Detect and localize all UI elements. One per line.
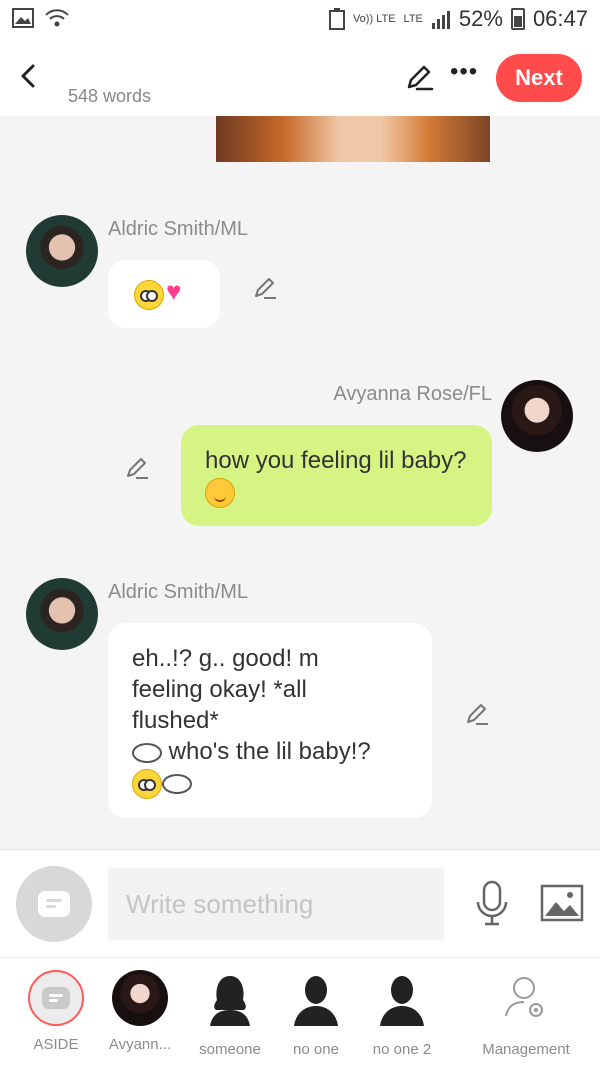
female-silhouette-icon	[210, 976, 250, 1026]
battery-percent: 52%	[458, 6, 503, 31]
sender-name: Aldric Smith/ML	[108, 218, 249, 240]
message-bubble[interactable]: eh..!? g.. good! m feeling okay! *all fl…	[108, 623, 432, 818]
male-silhouette-icon	[294, 976, 338, 1026]
chat-area[interactable]: Aldric Smith/ML ♥ Avyanna Rose/FL how yo…	[0, 116, 600, 849]
tab-label: no one 2	[372, 1041, 432, 1058]
thought-bubble-icon	[162, 773, 192, 794]
tab-label: someone	[199, 1041, 261, 1058]
message-line: eh..!? g.. good! m	[132, 645, 319, 672]
management-icon	[505, 977, 543, 1017]
lte-indicator: LTE	[403, 12, 423, 25]
tab-avyanna[interactable]: Avyann...	[104, 970, 176, 1053]
message-bubble[interactable]: ♥	[108, 260, 220, 328]
avatar	[112, 970, 168, 1026]
aside-tab-icon	[28, 970, 84, 1026]
data-saver-icon	[328, 8, 345, 30]
edit-message-icon[interactable]	[252, 274, 278, 300]
gallery-icon	[12, 8, 34, 28]
status-bar: Vo)) LTE LTE 52% 06:47	[0, 0, 600, 44]
message-line: who's the lil baby!?	[168, 738, 371, 765]
shared-image[interactable]	[216, 116, 490, 162]
message-line: flushed*	[132, 707, 219, 734]
word-count: 548 words	[68, 86, 152, 106]
smile-emoji-icon	[205, 477, 235, 508]
message-line: feeling okay! *all	[132, 676, 307, 703]
more-icon[interactable]: •••	[450, 58, 478, 86]
character-tabs: ASIDE Avyann... someone no one no one 2 …	[0, 957, 600, 1067]
image-icon[interactable]	[540, 884, 584, 922]
header: 548 words ••• Next	[0, 44, 600, 116]
flushed-emoji-icon	[134, 280, 164, 310]
avatar-aldric[interactable]	[26, 215, 98, 287]
tab-label: no one	[293, 1041, 339, 1058]
clock: 06:47	[532, 6, 588, 31]
signal-icon	[431, 11, 450, 29]
edit-message-icon[interactable]	[464, 700, 490, 726]
next-button[interactable]: Next	[496, 54, 582, 102]
aside-icon	[38, 891, 70, 917]
message-bubble[interactable]: how you feeling lil baby?	[181, 425, 492, 526]
edit-icon[interactable]	[404, 62, 434, 92]
thought-bubble-icon	[132, 742, 162, 763]
tab-no-one-2[interactable]: no one 2	[366, 970, 438, 1058]
tab-label: Management	[482, 1041, 570, 1058]
edit-message-icon[interactable]	[124, 454, 150, 480]
aside-icon	[42, 987, 70, 1009]
message-text: how you feeling lil baby?	[205, 447, 467, 474]
aside-toggle-button[interactable]	[16, 866, 92, 942]
tab-label: Avyann...	[108, 1036, 172, 1053]
sender-name: Avyanna Rose/FL	[333, 383, 492, 405]
avatar-avyanna[interactable]	[501, 380, 573, 452]
heart-emoji-icon: ♥	[166, 276, 182, 306]
tab-someone[interactable]: someone	[194, 970, 266, 1058]
tab-aside[interactable]: ASIDE	[22, 970, 90, 1053]
male-silhouette-icon	[380, 976, 424, 1026]
battery-icon	[510, 8, 525, 30]
tab-no-one[interactable]: no one	[282, 970, 350, 1058]
mic-icon[interactable]	[474, 880, 510, 928]
composer	[0, 849, 600, 957]
message-input[interactable]	[108, 868, 444, 940]
tab-management[interactable]: Management	[478, 970, 574, 1058]
sender-name: Aldric Smith/ML	[108, 581, 249, 603]
wifi-icon	[45, 9, 69, 27]
tab-label: ASIDE	[33, 1036, 79, 1053]
flushed-emoji-icon	[132, 768, 162, 799]
avatar-aldric[interactable]	[26, 578, 98, 650]
back-icon[interactable]	[14, 60, 42, 92]
volte-indicator: Vo)) LTE	[352, 12, 396, 25]
